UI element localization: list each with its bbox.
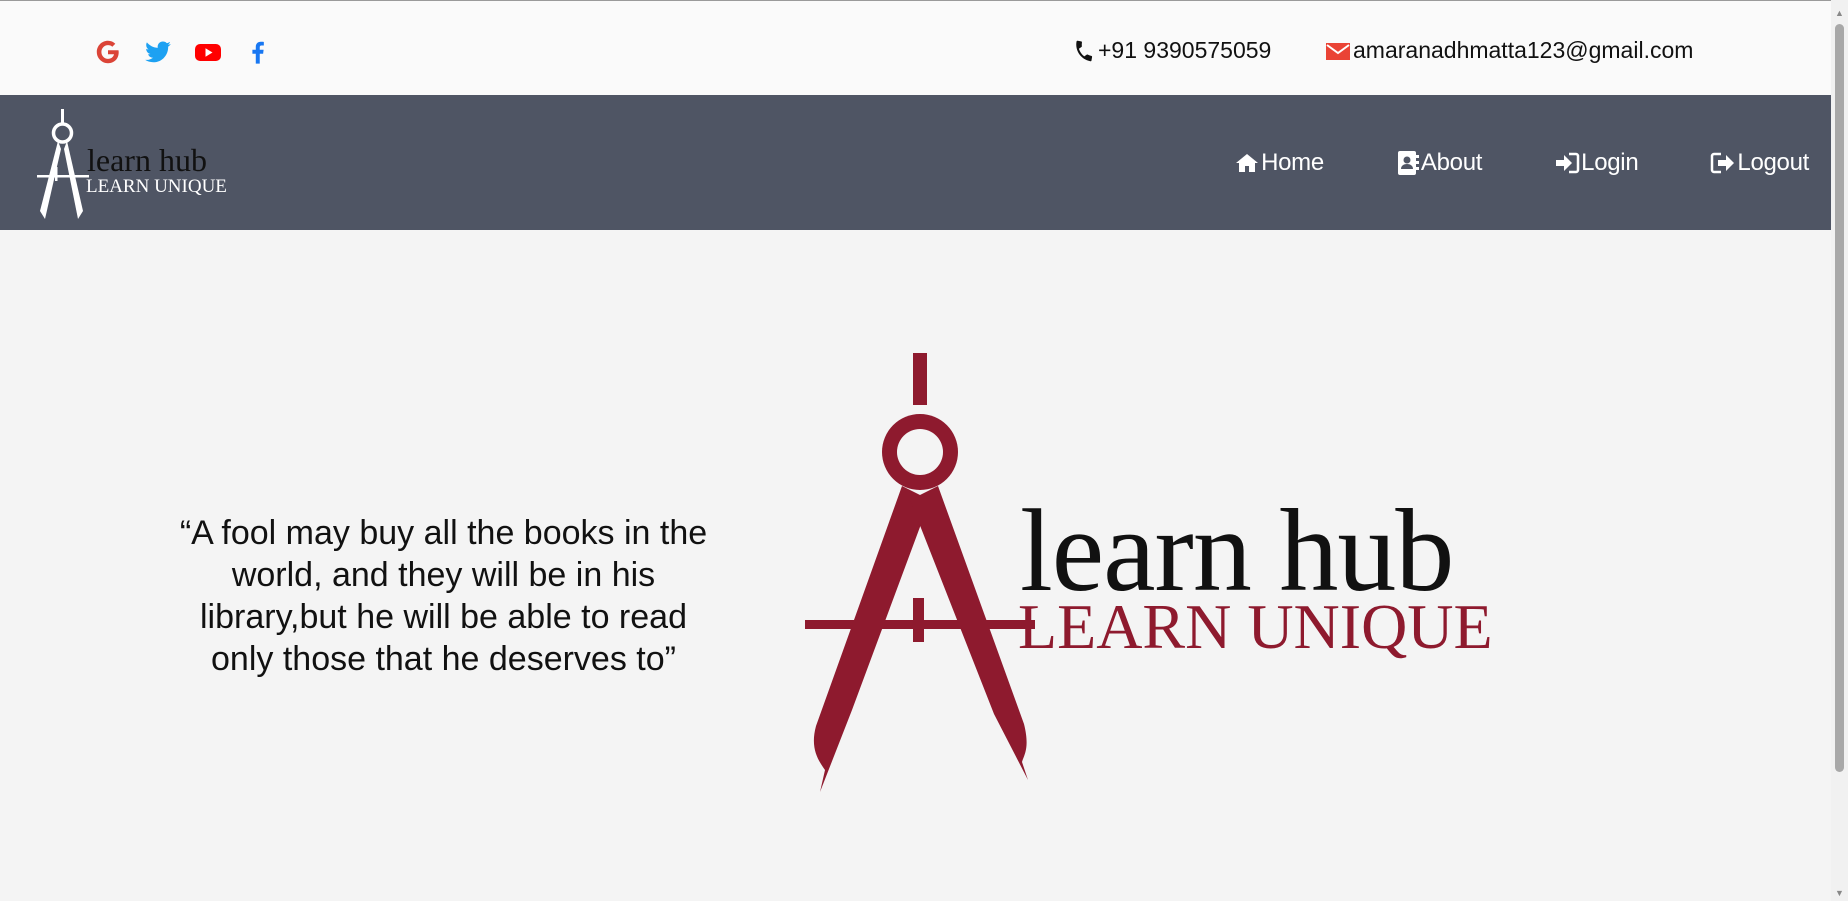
nav-logout[interactable]: Logout [1710, 149, 1809, 177]
google-icon [96, 40, 119, 64]
facebook-link[interactable] [243, 37, 273, 67]
nav-login-label: Login [1581, 148, 1639, 176]
scroll-thumb[interactable] [1835, 24, 1844, 772]
email-contact[interactable]: amaranadhmatta123@gmail.com [1325, 37, 1693, 64]
top-contact-bar: +91 9390575059 amaranadhmatta123@gmail.c… [0, 0, 1831, 95]
brand-logo[interactable]: learn hub LEARN UNIQUE [33, 109, 233, 221]
learn-hub-logo: learn hub LEARN UNIQUE [805, 353, 1493, 792]
brand-name: learn hub [87, 142, 207, 178]
hero-brand-tagline: LEARN UNIQUE [1018, 591, 1493, 662]
navbar: learn hub LEARN UNIQUE Home About Login … [0, 95, 1831, 230]
google-link[interactable] [93, 37, 123, 67]
brand-tagline: LEARN UNIQUE [86, 176, 227, 197]
twitter-link[interactable] [143, 37, 173, 67]
contact-card-icon [1397, 150, 1419, 175]
hero-section: “A fool may buy all the books in the wor… [0, 230, 1831, 901]
nav-about[interactable]: About [1396, 149, 1482, 177]
page: +91 9390575059 amaranadhmatta123@gmail.c… [0, 0, 1848, 901]
phone-number: +91 9390575059 [1098, 37, 1272, 63]
phone-contact[interactable]: +91 9390575059 [1072, 37, 1271, 64]
home-icon [1236, 153, 1259, 172]
social-links [93, 37, 273, 67]
scroll-up-arrow-icon[interactable]: ▲ [1831, 4, 1848, 21]
nav-logout-label: Logout [1737, 148, 1809, 176]
phone-icon [1076, 40, 1093, 61]
twitter-icon [145, 41, 171, 63]
compass-icon [805, 353, 1035, 792]
vertical-scrollbar[interactable]: ▲ ▼ [1831, 0, 1848, 901]
facebook-icon [252, 41, 264, 64]
nav-links: Home About Login Logout [1162, 95, 1809, 230]
nav-about-label: About [1420, 148, 1483, 176]
compass-logo-icon: learn hub LEARN UNIQUE [37, 109, 227, 219]
nav-home-label: Home [1261, 148, 1324, 176]
youtube-icon [195, 44, 221, 61]
sign-out-icon [1711, 152, 1735, 173]
youtube-link[interactable] [193, 37, 223, 67]
scroll-down-arrow-icon[interactable]: ▼ [1831, 884, 1848, 901]
email-address: amaranadhmatta123@gmail.com [1353, 37, 1694, 63]
nav-home[interactable]: Home [1234, 149, 1324, 177]
nav-login[interactable]: Login [1554, 148, 1639, 177]
sign-in-icon [1556, 152, 1580, 173]
hero-quote: “A fool may buy all the books in the wor… [179, 514, 708, 678]
mail-icon [1326, 42, 1350, 60]
